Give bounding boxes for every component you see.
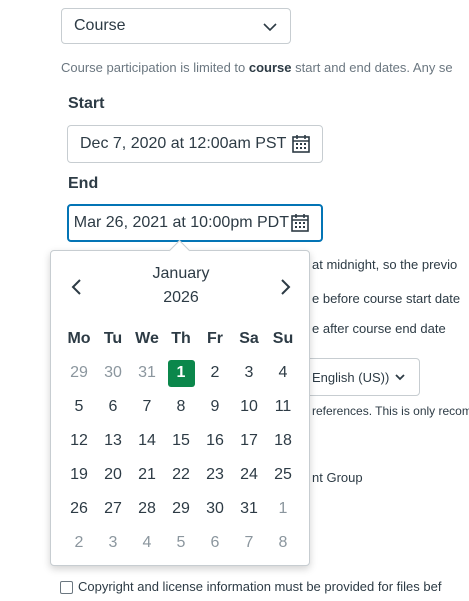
calendar-day[interactable]: 3 [232, 356, 266, 390]
calendar-month: January [152, 265, 210, 282]
preferences-text: references. This is only recom [312, 404, 469, 418]
calendar-day[interactable]: 14 [130, 424, 164, 458]
chevron-down-icon [263, 23, 277, 32]
participation-select-value: Course [74, 17, 126, 34]
calendar-day[interactable]: 2 [198, 356, 232, 390]
end-label: End [68, 175, 99, 192]
calendar-day[interactable]: 6 [198, 526, 232, 560]
participation-select[interactable]: Course [61, 8, 291, 44]
start-date-input[interactable]: Dec 7, 2020 at 12:00am PST [67, 125, 323, 163]
end-date-input[interactable]: Mar 26, 2021 at 10:00pm PDT [67, 204, 323, 242]
calendar-day[interactable]: 24 [232, 458, 266, 492]
calendar-day[interactable]: 25 [266, 458, 300, 492]
calendar-day[interactable]: 15 [164, 424, 198, 458]
calendar-day[interactable]: 29 [62, 356, 96, 390]
calendar-day[interactable]: 23 [198, 458, 232, 492]
calendar-day[interactable]: 19 [62, 458, 96, 492]
calendar-day[interactable]: 11 [266, 390, 300, 424]
participation-help-text: Course participation is limited to cours… [61, 60, 453, 75]
calendar-day[interactable]: 12 [62, 424, 96, 458]
calendar-icon[interactable] [289, 212, 311, 234]
language-select[interactable]: English (US)) [300, 358, 420, 396]
calendar-day[interactable]: 21 [130, 458, 164, 492]
start-date-value: Dec 7, 2020 at 12:00am PST [80, 135, 287, 152]
calendar-day[interactable]: 17 [232, 424, 266, 458]
language-select-value: English (US)) [312, 369, 390, 385]
calendar-day[interactable]: 29 [164, 492, 198, 526]
calendar-day[interactable]: 13 [96, 424, 130, 458]
calendar-day[interactable]: 31 [130, 356, 164, 390]
calendar-grid: Mo Tu We Th Fr Sa Su 29 30 31 1 2 3 4 5 6 7 8 9 10 11 12 13 14 1… [62, 322, 300, 560]
weekday-header: Su [272, 330, 294, 347]
calendar-day[interactable]: 5 [164, 526, 198, 560]
calendar-day[interactable]: 20 [96, 458, 130, 492]
calendar-day[interactable]: 8 [164, 390, 198, 424]
help-bold-course: course [248, 60, 292, 75]
calendar-day[interactable]: 18 [266, 424, 300, 458]
chevron-down-icon [395, 374, 405, 381]
calendar-day[interactable]: 31 [232, 492, 266, 526]
weekday-header: Sa [239, 330, 259, 347]
copyright-label: Copyright and license information must b… [78, 579, 442, 594]
calendar-day[interactable]: 2 [62, 526, 96, 560]
group-text: nt Group [312, 470, 363, 485]
calendar-day[interactable]: 10 [232, 390, 266, 424]
calendar-day[interactable]: 28 [130, 492, 164, 526]
after-end-text: e after course end date [312, 321, 446, 336]
calendar-day[interactable]: 4 [130, 526, 164, 560]
weekday-header: Mo [67, 330, 91, 347]
weekday-header: Fr [207, 330, 223, 347]
calendar-day[interactable]: 5 [62, 390, 96, 424]
calendar-day[interactable]: 7 [130, 390, 164, 424]
weekday-header: We [135, 330, 159, 347]
calendar-day[interactable]: 9 [198, 390, 232, 424]
start-label: Start [68, 95, 105, 112]
calendar-day[interactable]: 26 [62, 492, 96, 526]
calendar-day[interactable]: 3 [96, 526, 130, 560]
calendar-day[interactable]: 30 [198, 492, 232, 526]
end-date-value: Mar 26, 2021 at 10:00pm PDT [73, 214, 289, 231]
calendar-day[interactable]: 4 [266, 356, 300, 390]
calendar-year: 2026 [163, 289, 199, 306]
calendar-day[interactable]: 1 [266, 492, 300, 526]
calendar-icon[interactable] [290, 133, 312, 155]
before-start-text: e before course start date [312, 291, 461, 306]
calendar-day[interactable]: 7 [232, 526, 266, 560]
calendar-day[interactable]: 27 [96, 492, 130, 526]
weekday-header: Tu [103, 330, 123, 347]
copyright-checkbox[interactable] [60, 581, 73, 594]
calendar-day[interactable]: 16 [198, 424, 232, 458]
calendar-day[interactable]: 22 [164, 458, 198, 492]
calendar-day[interactable]: 8 [266, 526, 300, 560]
midnight-note-text: at midnight, so the previo [312, 257, 458, 272]
calendar-day[interactable]: 30 [96, 356, 130, 390]
weekday-header: Th [171, 330, 191, 347]
calendar-day[interactable]: 6 [96, 390, 130, 424]
calendar-day-selected[interactable]: 1 [164, 356, 198, 390]
